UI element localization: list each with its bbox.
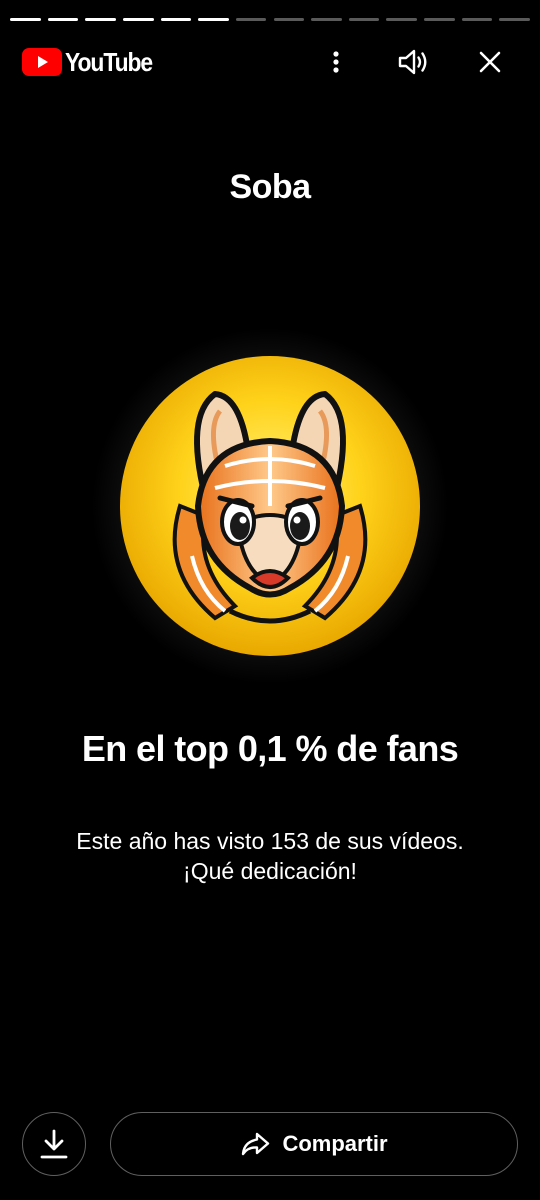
share-icon — [242, 1132, 270, 1156]
channel-name: Soba — [229, 168, 311, 206]
sound-toggle-button[interactable] — [393, 42, 433, 82]
progress-segment — [85, 18, 116, 21]
more-options-button[interactable] — [316, 42, 356, 82]
more-vert-icon — [333, 51, 339, 73]
summary-line-2: ¡Qué dedicación! — [183, 858, 357, 884]
progress-segment — [10, 18, 41, 21]
download-button[interactable] — [22, 1112, 86, 1176]
progress-segment — [311, 18, 342, 21]
youtube-logo: YouTube — [22, 46, 164, 78]
progress-segment — [348, 18, 380, 21]
progress-segment — [235, 18, 267, 21]
progress-segment — [198, 18, 229, 21]
story-progress — [10, 18, 530, 22]
volume-icon — [398, 49, 427, 75]
armadillo-avatar-icon — [120, 356, 420, 656]
share-label: Compartir — [282, 1131, 388, 1156]
progress-segment — [424, 18, 455, 21]
progress-segment — [273, 18, 305, 21]
youtube-play-icon — [22, 48, 62, 76]
progress-segment — [386, 18, 418, 21]
progress-segment — [47, 18, 79, 21]
youtube-wordmark: YouTube — [65, 46, 153, 77]
summary-text: Este año has visto 153 de sus vídeos. ¡Q… — [0, 826, 540, 886]
progress-segment — [160, 18, 192, 21]
close-button[interactable] — [470, 42, 510, 82]
progress-segment — [461, 18, 493, 21]
summary-line-1: Este año has visto 153 de sus vídeos. — [76, 828, 464, 854]
channel-avatar[interactable] — [90, 326, 450, 686]
share-button[interactable]: Compartir — [110, 1112, 518, 1176]
download-icon — [40, 1129, 68, 1159]
top-bar: YouTube — [0, 40, 540, 84]
progress-segment — [499, 18, 530, 21]
progress-segment — [122, 18, 154, 21]
close-icon — [479, 51, 501, 73]
fan-rank-headline: En el top 0,1 % de fans — [81, 728, 459, 769]
